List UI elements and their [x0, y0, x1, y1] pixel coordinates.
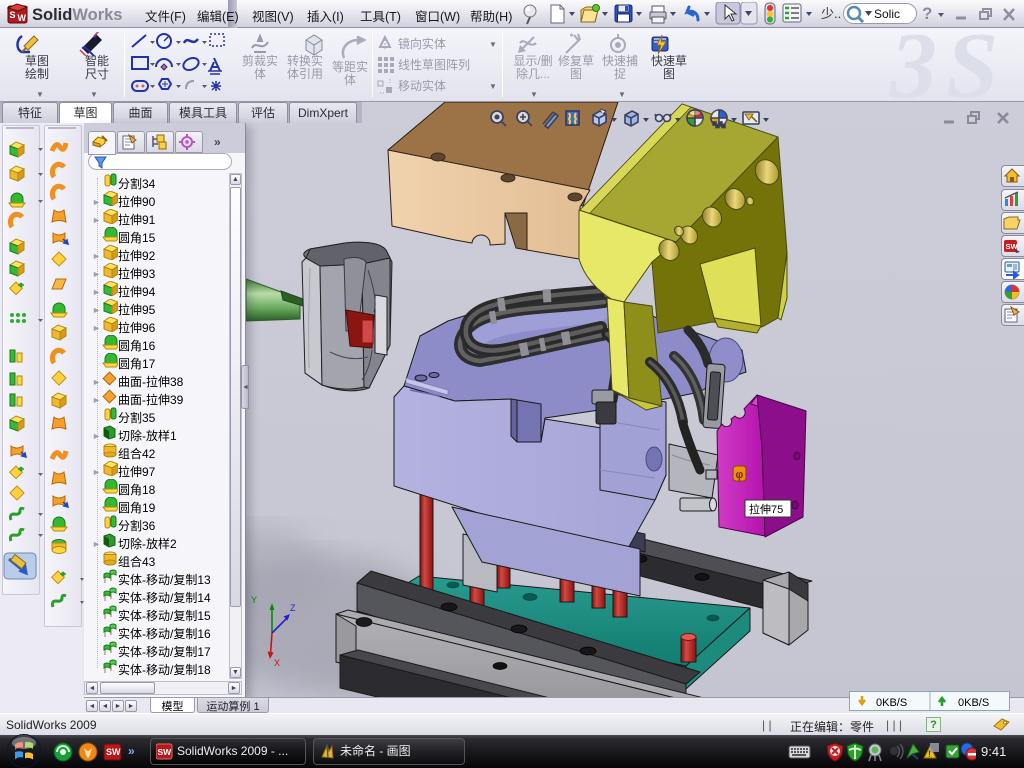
svg-text:Y: Y [251, 595, 257, 605]
svg-text:»: » [128, 744, 135, 758]
svg-text:SW: SW [106, 747, 121, 757]
svg-text:X: X [274, 658, 280, 668]
svg-text:Z: Z [290, 603, 296, 613]
svg-text:S: S [10, 10, 16, 20]
svg-text:少..: 少.. [821, 6, 841, 21]
svg-text:W: W [18, 13, 27, 23]
svg-text:SW: SW [158, 747, 173, 757]
svg-text:0KB/S: 0KB/S [876, 697, 907, 709]
svg-text:拉伸75: 拉伸75 [749, 502, 783, 516]
svg-text:φ: φ [736, 469, 744, 481]
svg-text:0KB/S: 0KB/S [958, 697, 989, 709]
svg-text:SW: SW [1006, 242, 1019, 251]
svg-text:»: » [214, 135, 221, 149]
